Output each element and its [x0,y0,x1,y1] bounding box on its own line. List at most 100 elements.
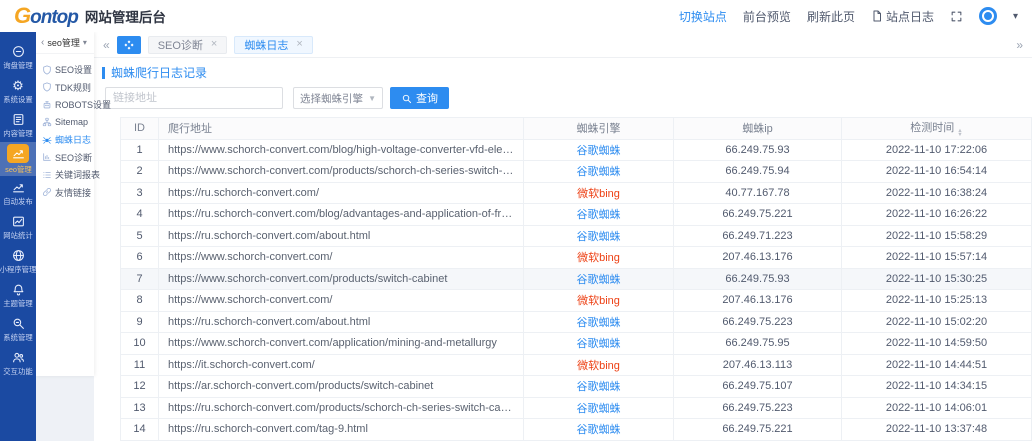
table-row: 6https://www.schorch-convert.com/微软bing2… [121,247,1032,269]
sidebar-item-label: 询盘管理 [3,60,32,70]
cell-id: 2 [121,161,159,183]
cell-engine: 谷歌蜘蛛 [524,397,674,419]
header-action-label: 前台预览 [743,8,791,25]
fullscreen-icon[interactable] [950,10,963,23]
sidebar-item-label: 自动发布 [3,196,32,206]
sidebar-item-publish[interactable]: 自动发布 [0,176,36,210]
cell-ip: 40.77.167.78 [674,182,842,204]
gear-icon: ⚙ [10,77,26,93]
header-action[interactable]: 站点日志 [871,8,934,25]
submenu-item[interactable]: 关键词报表 [36,166,94,184]
column-header: 爬行地址 [159,118,524,140]
cell-time: 2022-11-10 15:57:14 [842,247,1032,269]
back-arrow-icon[interactable]: ‹ [41,37,44,48]
sidebar-item-stats[interactable]: 网站统计 [0,210,36,244]
report-icon [42,170,52,180]
submenu-item-label: 友情链接 [55,186,91,199]
sidebar-item-miniprogram[interactable]: 小程序管理 [0,244,36,278]
cell-url: https://ru.schorch-convert.com/tag-9.htm… [159,419,524,441]
table-row: 9https://ru.schorch-convert.com/about.ht… [121,311,1032,333]
sidebar-item-label: 小程序管理 [0,264,36,274]
url-search-input[interactable] [105,87,283,109]
header-action[interactable]: 前台预览 [743,8,791,25]
sidebar-item-chat[interactable]: 询盘管理 [0,40,36,74]
primary-sidebar: 询盘管理 ⚙系统设置内容管理 seo管理自动发布网站统计小程序管理主题管理系统管理交… [0,32,36,441]
spider-engine-select[interactable]: 选择蜘蛛引擎 ▼ [293,87,383,109]
submenu-item-label: SEO诊断 [55,151,92,164]
table-row: 4https://ru.schorch-convert.com/blog/adv… [121,204,1032,226]
close-icon[interactable]: × [211,39,217,50]
tab-label: SEO诊断 [158,37,203,53]
sidebar-item-seo[interactable]: seo管理 [0,142,36,176]
chat-icon [10,43,26,59]
column-header[interactable]: 检测时间▲▼ [842,118,1032,140]
sidebar-item-label: 内容管理 [3,128,32,138]
dashboard-icon [124,40,134,50]
sidebar-item-system[interactable]: 系统管理 [0,312,36,346]
submenu-item-label: 蜘蛛日志 [55,133,91,146]
submenu-item[interactable]: 蜘蛛日志 [36,131,94,149]
cell-engine: 谷歌蜘蛛 [524,225,674,247]
tabs-scroll-right-icon[interactable]: » [1016,39,1023,51]
sidebar-item-content[interactable]: 内容管理 [0,108,36,142]
header-action[interactable]: 刷新此页 [807,8,855,25]
cell-id: 4 [121,204,159,226]
submenu-item-label: SEO设置 [55,63,92,76]
cell-ip: 66.249.75.221 [674,419,842,441]
cell-time: 2022-11-10 15:02:20 [842,311,1032,333]
table-row: 7https://www.schorch-convert.com/product… [121,268,1032,290]
sidebar-item-label: 交互功能 [3,366,32,376]
secondary-sidebar: ‹ seo管理 ▾ SEO设置 TDK规则ROBOTS设置 Sitemap 蜘蛛日志 S… [36,32,94,376]
cell-id: 10 [121,333,159,355]
tabs-scroll-left-icon[interactable]: « [103,39,110,51]
table-row: 2https://www.schorch-convert.com/product… [121,161,1032,183]
cell-url: https://www.schorch-convert.com/ [159,247,524,269]
stats-icon [10,213,26,229]
app-title: 网站管理后台 [85,6,166,26]
header-action-label: 站点日志 [886,8,934,25]
cell-engine: 谷歌蜘蛛 [524,139,674,161]
header-action[interactable]: 切换站点 [679,8,727,25]
publish-icon [10,179,26,195]
user-menu-caret-icon[interactable]: ▾ [1013,11,1018,22]
submenu-item[interactable]: 友情链接 [36,184,94,202]
search-button[interactable]: 查询 [390,87,449,109]
content-icon [10,111,26,127]
user-avatar[interactable] [979,7,997,25]
submenu-item-label: Sitemap [55,117,88,127]
submenu-item[interactable]: Sitemap [36,114,94,132]
cell-engine: 微软bing [524,354,674,376]
cell-id: 8 [121,290,159,312]
submenu-item[interactable]: TDK规则 [36,79,94,97]
cell-engine: 谷歌蜘蛛 [524,333,674,355]
sidebar-item-label: seo管理 [5,164,32,174]
cell-time: 2022-11-10 17:22:06 [842,139,1032,161]
cell-id: 12 [121,376,159,398]
cell-ip: 66.249.75.223 [674,397,842,419]
tab[interactable]: 蜘蛛日志× [234,36,312,54]
tab[interactable]: SEO诊断 × [148,36,228,54]
table-row: 12https://ar.schorch-convert.com/product… [121,376,1032,398]
submenu-item[interactable]: SEO设置 [36,61,94,79]
diagnosis-icon [42,152,52,162]
cell-url: https://www.schorch-convert.com/products… [159,161,524,183]
cell-id: 5 [121,225,159,247]
sidebar-item-gear[interactable]: ⚙系统设置 [0,74,36,108]
theme-icon [10,281,26,297]
cell-time: 2022-11-10 15:30:25 [842,268,1032,290]
submenu-item[interactable]: ROBOTS设置 [36,96,94,114]
secondary-sidebar-header[interactable]: ‹ seo管理 ▾ [36,32,94,54]
cell-url: https://ar.schorch-convert.com/products/… [159,376,524,398]
sort-icons[interactable]: ▲▼ [957,129,962,138]
cell-ip: 66.249.75.95 [674,333,842,355]
tab-home[interactable] [117,36,141,54]
cell-url: https://www.schorch-convert.com/blog/hig… [159,139,524,161]
cell-engine: 谷歌蜘蛛 [524,419,674,441]
sidebar-item-theme[interactable]: 主题管理 [0,278,36,312]
sidebar-item-interact[interactable]: 交互功能 [0,346,36,380]
cell-url: https://ru.schorch-convert.com/products/… [159,397,524,419]
sidebar-item-label: 系统管理 [3,332,32,342]
close-icon[interactable]: × [296,39,302,50]
cell-ip: 207.46.13.176 [674,247,842,269]
submenu-item[interactable]: SEO诊断 [36,149,94,167]
